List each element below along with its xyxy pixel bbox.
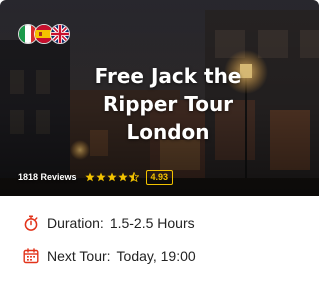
- duration-label: Duration:: [47, 215, 104, 231]
- next-tour-row: Next Tour: Today, 19:00: [23, 248, 196, 264]
- tour-title-line: Ripper Tour: [102, 92, 234, 116]
- star-icon: [95, 172, 106, 182]
- star-icon: [106, 172, 117, 182]
- next-tour-value: Today, 19:00: [116, 248, 196, 264]
- tour-card[interactable]: Free Jack the Ripper Tour London 1818 Re…: [0, 0, 319, 284]
- rating-row: 1818 Reviews 4.93: [18, 168, 174, 186]
- review-count: 1818 Reviews: [18, 172, 77, 182]
- duration-row: Duration: 1.5-2.5 Hours: [23, 215, 195, 231]
- half-star-icon: [128, 172, 139, 182]
- uk-flag-icon: [50, 24, 70, 44]
- next-tour-label: Next Tour:: [47, 248, 111, 264]
- stopwatch-icon: [24, 215, 38, 231]
- duration-value: 1.5-2.5 Hours: [109, 215, 195, 231]
- language-flags: [18, 24, 78, 46]
- tour-hero-image[interactable]: Free Jack the Ripper Tour London 1818 Re…: [0, 0, 319, 196]
- star-rating: [84, 172, 140, 182]
- tour-title[interactable]: Free Jack the Ripper Tour London: [82, 62, 254, 146]
- calendar-icon: [23, 248, 39, 264]
- rating-score-badge: 4.93: [145, 169, 174, 185]
- star-icon: [117, 172, 128, 182]
- tour-title-line: Free Jack the: [94, 64, 242, 88]
- star-icon: [84, 172, 95, 182]
- tour-title-line: London: [126, 120, 210, 144]
